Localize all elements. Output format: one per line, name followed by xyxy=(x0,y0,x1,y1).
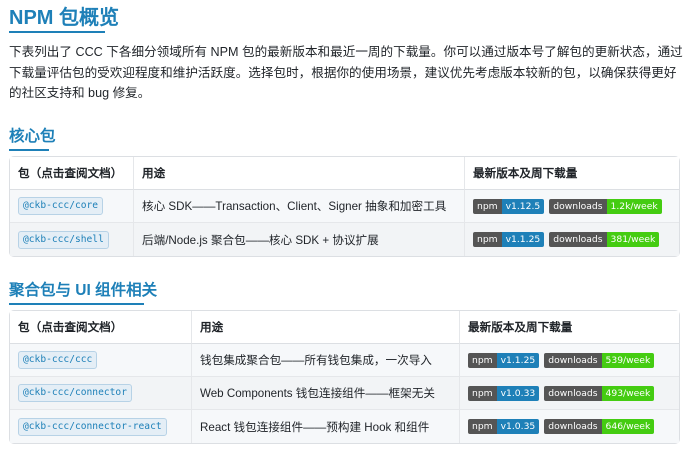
section-underline-core xyxy=(9,149,49,151)
npm-version-badge[interactable]: npm v1.1.25 xyxy=(468,352,540,368)
badge-downloads: 539/week xyxy=(601,352,655,368)
section-underline-ui xyxy=(9,303,144,305)
column-header-purpose: 用途 xyxy=(191,311,459,344)
table-header-row: 包（点击查阅文档） 用途 最新版本及周下载量 xyxy=(10,157,679,190)
version-cell: npm v1.12.5 downloads 1.2k/week xyxy=(464,190,679,223)
version-cell: npm v1.1.25 downloads 381/week xyxy=(464,223,679,256)
downloads-badge[interactable]: downloads 493/week xyxy=(544,385,655,401)
downloads-badge[interactable]: downloads 381/week xyxy=(549,232,660,247)
package-cell: @ckb-ccc/core xyxy=(10,190,133,223)
ui-packages-table: 包（点击查阅文档） 用途 最新版本及周下载量 @ckb-ccc/ccc 钱包集成… xyxy=(9,310,680,444)
table-row: @ckb-ccc/ccc 钱包集成聚合包——所有钱包集成，一次导入 npm v1.… xyxy=(10,344,679,377)
package-link-shell[interactable]: @ckb-ccc/shell xyxy=(18,230,109,249)
badge-npm-label: npm xyxy=(468,385,497,401)
column-header-package: 包（点击查阅文档） xyxy=(10,311,191,344)
purpose-cell: 钱包集成聚合包——所有钱包集成，一次导入 xyxy=(191,344,459,377)
table-row: @ckb-ccc/connector Web Components 钱包连接组件… xyxy=(10,377,679,410)
version-cell: npm v1.1.25 downloads 539/week xyxy=(459,344,679,377)
badge-version: v1.0.33 xyxy=(496,385,540,401)
package-cell: @ckb-ccc/ccc xyxy=(10,344,191,377)
purpose-cell: 核心 SDK——Transaction、Client、Signer 抽象和加密工… xyxy=(133,190,464,223)
badge-downloads: 646/week xyxy=(601,419,655,434)
title-underline xyxy=(9,31,105,33)
table-row: @ckb-ccc/connector-react React 钱包连接组件——预… xyxy=(10,410,679,443)
badge-npm-label: npm xyxy=(468,419,497,434)
page: NPM 包概览 下表列出了 CCC 下各细分领域所有 NPM 包的最新版本和最近… xyxy=(0,0,690,453)
column-header-purpose: 用途 xyxy=(133,157,464,190)
purpose-cell: 后端/Node.js 聚合包——核心 SDK + 协议扩展 xyxy=(133,223,464,256)
badge-npm-label: npm xyxy=(473,198,502,214)
badge-downloads: 493/week xyxy=(601,385,655,401)
core-packages-table: 包（点击查阅文档） 用途 最新版本及周下载量 @ckb-ccc/core 核心 … xyxy=(9,156,680,257)
badge-downloads: 381/week xyxy=(606,232,660,247)
package-cell: @ckb-ccc/connector-react xyxy=(10,410,191,443)
badge-version: v1.1.25 xyxy=(496,352,540,368)
badge-downloads-label: downloads xyxy=(544,352,602,368)
package-link-ccc[interactable]: @ckb-ccc/ccc xyxy=(18,351,98,369)
package-cell: @ckb-ccc/connector xyxy=(10,377,191,410)
badge-downloads: 1.2k/week xyxy=(606,198,662,214)
package-link-connector-react[interactable]: @ckb-ccc/connector-react xyxy=(18,417,167,436)
badge-version: v1.12.5 xyxy=(501,198,545,214)
downloads-badge[interactable]: downloads 646/week xyxy=(544,419,655,434)
column-header-version: 最新版本及周下载量 xyxy=(464,157,679,190)
npm-version-badge[interactable]: npm v1.1.25 xyxy=(473,232,545,247)
column-header-version: 最新版本及周下载量 xyxy=(459,311,679,344)
section-heading-core: 核心包 xyxy=(9,128,56,145)
purpose-cell: React 钱包连接组件——预构建 Hook 和组件 xyxy=(191,410,459,443)
npm-version-badge[interactable]: npm v1.12.5 xyxy=(473,198,545,214)
version-cell: npm v1.0.33 downloads 493/week xyxy=(459,377,679,410)
npm-version-badge[interactable]: npm v1.0.35 xyxy=(468,419,540,434)
badge-downloads-label: downloads xyxy=(544,385,602,401)
badge-version: v1.0.35 xyxy=(496,419,540,434)
badge-npm-label: npm xyxy=(473,232,502,247)
section-heading-ui: 聚合包与 UI 组件相关 xyxy=(9,282,158,299)
downloads-badge[interactable]: downloads 539/week xyxy=(544,352,655,368)
npm-version-badge[interactable]: npm v1.0.33 xyxy=(468,385,540,401)
badge-downloads-label: downloads xyxy=(549,198,607,214)
purpose-cell: Web Components 钱包连接组件——框架无关 xyxy=(191,377,459,410)
badge-npm-label: npm xyxy=(468,352,497,368)
package-cell: @ckb-ccc/shell xyxy=(10,223,133,256)
table-row: @ckb-ccc/core 核心 SDK——Transaction、Client… xyxy=(10,190,679,223)
table-row: @ckb-ccc/shell 后端/Node.js 聚合包——核心 SDK + … xyxy=(10,223,679,256)
badge-version: v1.1.25 xyxy=(501,232,545,247)
column-header-package: 包（点击查阅文档） xyxy=(10,157,133,190)
package-link-core[interactable]: @ckb-ccc/core xyxy=(18,197,104,215)
version-cell: npm v1.0.35 downloads 646/week xyxy=(459,410,679,443)
package-link-connector[interactable]: @ckb-ccc/connector xyxy=(18,384,132,402)
table-header-row: 包（点击查阅文档） 用途 最新版本及周下载量 xyxy=(10,311,679,344)
downloads-badge[interactable]: downloads 1.2k/week xyxy=(549,198,662,214)
page-title: NPM 包概览 xyxy=(9,7,119,29)
badge-downloads-label: downloads xyxy=(544,419,602,434)
badge-downloads-label: downloads xyxy=(549,232,607,247)
intro-paragraph: 下表列出了 CCC 下各细分领域所有 NPM 包的最新版本和最近一周的下载量。你… xyxy=(9,45,683,100)
